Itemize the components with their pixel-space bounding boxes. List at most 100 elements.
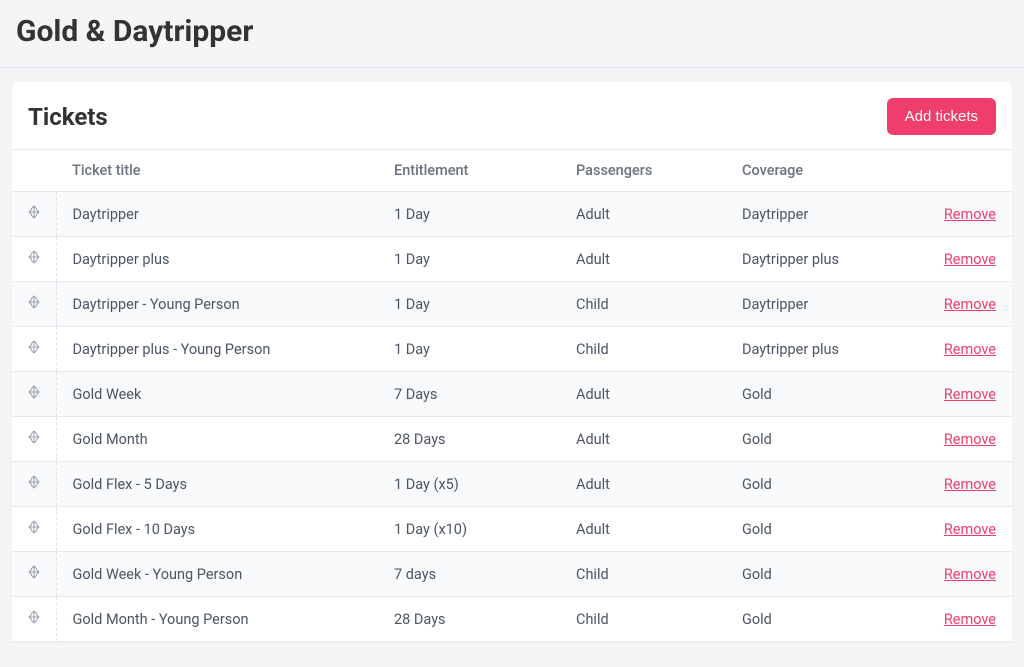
cell-entitlement: 1 Day [386,192,568,237]
drag-handle-icon [28,205,40,219]
cell-title: Gold Month [56,417,386,462]
cell-passengers: Child [568,552,734,597]
drag-handle[interactable] [12,192,56,237]
table-row: Gold Week7 DaysAdultGold Remove [12,372,1012,417]
cell-passengers: Adult [568,462,734,507]
drag-handle[interactable] [12,327,56,372]
drag-handle[interactable] [12,417,56,462]
cell-passengers: Adult [568,417,734,462]
table-row: Daytripper1 DayAdultDaytripperRemove [12,192,1012,237]
cell-entitlement: 7 days [386,552,568,597]
card-header: Tickets Add tickets [12,82,1012,149]
cell-actions: Remove [916,282,1012,327]
drag-handle[interactable] [12,372,56,417]
table-header-row: Ticket title Entitlement Passengers Cove… [12,150,1012,192]
remove-link[interactable]: Remove [944,431,996,448]
tickets-card: Tickets Add tickets Ticket title Entitle… [12,82,1012,642]
drag-handle-icon [28,340,40,354]
cell-title: Gold Week - Young Person [56,552,386,597]
tickets-table: Ticket title Entitlement Passengers Cove… [12,149,1012,642]
remove-link[interactable]: Remove [944,476,996,493]
remove-link[interactable]: Remove [944,386,996,403]
cell-entitlement: 1 Day [386,237,568,282]
table-row: Daytripper plus - Young Person1 DayChild… [12,327,1012,372]
cell-coverage: Gold [734,417,916,462]
cell-actions: Remove [916,507,1012,552]
cell-entitlement: 1 Day (x5) [386,462,568,507]
remove-link[interactable]: Remove [944,341,996,358]
drag-handle-icon [28,610,40,624]
drag-handle[interactable] [12,282,56,327]
cell-coverage: Daytripper [734,282,916,327]
page-header: Gold & Daytripper [0,0,1024,68]
remove-link[interactable]: Remove [944,206,996,223]
drag-handle[interactable] [12,597,56,642]
page-title: Gold & Daytripper [16,14,1008,49]
cell-title: Daytripper plus [56,237,386,282]
cell-actions: Remove [916,597,1012,642]
cell-actions: Remove [916,192,1012,237]
cell-actions: Remove [916,552,1012,597]
table-row: Gold Flex - 10 Days1 Day (x10)AdultGold R… [12,507,1012,552]
drag-handle[interactable] [12,552,56,597]
col-header-actions [916,150,1012,192]
drag-handle-icon [28,385,40,399]
cell-coverage: Daytripper plus [734,327,916,372]
cell-coverage: Gold [734,462,916,507]
remove-link[interactable]: Remove [944,251,996,268]
table-row: Gold Month - Young Person28 DaysChildGol… [12,597,1012,642]
drag-handle-icon [28,295,40,309]
cell-coverage: Gold [734,372,916,417]
cell-title: Gold Week [56,372,386,417]
cell-entitlement: 28 Days [386,417,568,462]
cell-title: Gold Flex - 10 Days [56,507,386,552]
cell-entitlement: 1 Day (x10) [386,507,568,552]
col-header-handle [12,150,56,192]
cell-passengers: Child [568,597,734,642]
cell-passengers: Adult [568,372,734,417]
drag-handle-icon [28,430,40,444]
col-header-title: Ticket title [56,150,386,192]
cell-passengers: Child [568,327,734,372]
cell-entitlement: 28 Days [386,597,568,642]
remove-link[interactable]: Remove [944,611,996,628]
cell-title: Gold Month - Young Person [56,597,386,642]
cell-actions: Remove [916,372,1012,417]
cell-title: Gold Flex - 5 Days [56,462,386,507]
cell-actions: Remove [916,462,1012,507]
table-row: Gold Flex - 5 Days1 Day (x5)AdultGold Rem… [12,462,1012,507]
col-header-passengers: Passengers [568,150,734,192]
cell-coverage: Gold [734,507,916,552]
drag-handle-icon [28,565,40,579]
cell-passengers: Adult [568,192,734,237]
cell-title: Daytripper - Young Person [56,282,386,327]
cell-passengers: Adult [568,507,734,552]
cell-entitlement: 7 Days [386,372,568,417]
cell-entitlement: 1 Day [386,327,568,372]
col-header-coverage: Coverage [734,150,916,192]
drag-handle-icon [28,475,40,489]
remove-link[interactable]: Remove [944,296,996,313]
cell-title: Daytripper [56,192,386,237]
table-row: Gold Week - Young Person7 daysChildGold R… [12,552,1012,597]
drag-handle[interactable] [12,507,56,552]
cell-actions: Remove [916,237,1012,282]
drag-handle[interactable] [12,237,56,282]
add-tickets-button[interactable]: Add tickets [887,98,996,135]
col-header-entitlement: Entitlement [386,150,568,192]
drag-handle-icon [28,520,40,534]
drag-handle[interactable] [12,462,56,507]
table-row: Daytripper plus1 DayAdultDaytripper plus… [12,237,1012,282]
cell-entitlement: 1 Day [386,282,568,327]
table-row: Daytripper - Young Person1 DayChildDaytr… [12,282,1012,327]
cell-coverage: Gold [734,597,916,642]
cell-coverage: Daytripper plus [734,237,916,282]
cell-passengers: Adult [568,237,734,282]
cell-coverage: Daytripper [734,192,916,237]
remove-link[interactable]: Remove [944,566,996,583]
cell-coverage: Gold [734,552,916,597]
cell-passengers: Child [568,282,734,327]
cell-actions: Remove [916,417,1012,462]
card-title: Tickets [28,103,108,131]
remove-link[interactable]: Remove [944,521,996,538]
